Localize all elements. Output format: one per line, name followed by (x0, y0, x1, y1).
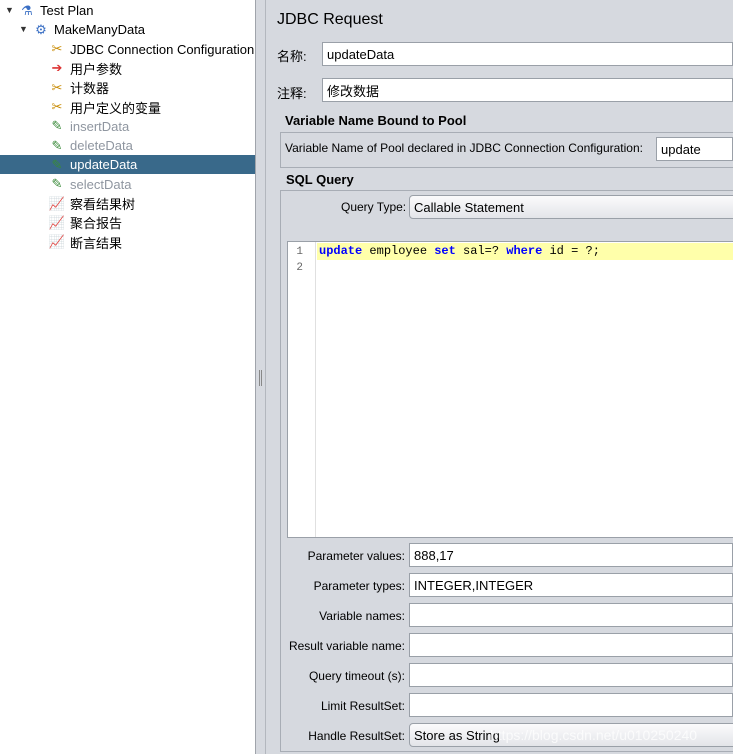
query-type-label: Query Type: (341, 200, 407, 214)
param-input[interactable] (409, 603, 733, 627)
sql-code[interactable]: update employee set sal=? where id = ?; (319, 244, 600, 258)
line-number-gutter: 1 2 (288, 242, 316, 537)
pool-section-title: Variable Name Bound to Pool (285, 113, 467, 128)
sql-section-title: SQL Query (286, 172, 354, 187)
flask-icon: ⚗ (21, 2, 33, 18)
param-input[interactable] (409, 633, 733, 657)
tree-node[interactable]: ✎ deleteData (48, 136, 133, 155)
param-input[interactable]: 888,17 (409, 543, 733, 567)
page-title: JDBC Request (277, 11, 383, 28)
expand-toggle-icon[interactable]: ▼ (19, 24, 28, 34)
tree-node[interactable]: ✂ JDBC Connection Configuration (48, 40, 255, 59)
tree-node[interactable]: 📈 聚合报告 (48, 213, 122, 232)
listener-icon: 📈 (48, 234, 66, 250)
preprocessor-icon: ➔ (51, 60, 63, 76)
tree-node-label: Test Plan (40, 3, 94, 18)
watermark: https://blog.csdn.net/u010250240 (490, 727, 698, 743)
tree-node-label: 计数器 (70, 81, 110, 97)
query-type-select[interactable]: Callable Statement (409, 195, 733, 219)
name-label: 名称: (277, 49, 307, 64)
param-label: Variable names: (319, 609, 405, 623)
tree-node[interactable]: 📈 察看结果树 (48, 194, 135, 213)
pool-label: Variable Name of Pool declared in JDBC C… (285, 141, 643, 155)
param-label: Result variable name: (288, 639, 405, 653)
param-input[interactable]: INTEGER,INTEGER (409, 573, 733, 597)
dropper-icon: ✎ (51, 137, 63, 153)
comment-label: 注释: (277, 86, 307, 101)
wrench-icon: ✂ (51, 79, 63, 95)
tree-node[interactable]: ✂ 用户定义的变量 (48, 98, 161, 117)
tree-node-label: updateData (70, 157, 138, 173)
sql-keyword: update (319, 244, 363, 258)
tree-node[interactable]: 📈 断言结果 (48, 233, 122, 252)
tree-node[interactable]: ✎ updateData (0, 155, 255, 175)
dropper-icon: ✎ (51, 176, 63, 192)
tree-node[interactable]: ⚙ MakeManyData (32, 20, 145, 39)
sql-keyword: set (434, 244, 456, 258)
expand-toggle-icon[interactable]: ▼ (5, 5, 14, 15)
sql-text: id = ?; (542, 244, 600, 258)
param-label: Parameter types: (313, 579, 405, 593)
listener-icon: 📈 (48, 214, 66, 230)
wrench-icon: ✂ (51, 99, 63, 114)
sql-editor[interactable]: 1 2 update employee set sal=? where id =… (287, 241, 733, 538)
param-input[interactable] (409, 693, 733, 717)
gear-icon: ⚙ (35, 21, 47, 37)
param-label: Handle ResultSet: (308, 729, 405, 743)
tree-node-label: MakeManyData (54, 22, 146, 38)
dropper-icon: ✎ (51, 118, 63, 134)
tree-node-label: 察看结果树 (70, 197, 136, 212)
comment-input[interactable]: 修改数据 (322, 78, 733, 102)
sql-keyword: where (506, 244, 543, 258)
wrench-icon: ✂ (51, 41, 63, 57)
sql-text: employee (362, 244, 435, 258)
tree-node-label: deleteData (70, 138, 133, 154)
line-number: 1 (296, 246, 303, 258)
test-plan-tree[interactable]: ⚗ Test Plan ▼ ⚙ MakeManyData ▼ ✂ JDBC Connectio… (0, 0, 256, 754)
param-input[interactable] (409, 663, 733, 687)
param-label: Query timeout (s): (308, 669, 405, 683)
param-label: Limit ResultSet: (320, 699, 405, 713)
sql-text: sal=? (455, 244, 507, 258)
param-label: Parameter values: (307, 549, 405, 563)
tree-node-label: 用户定义的变量 (70, 100, 162, 116)
dropper-icon: ✎ (51, 156, 63, 172)
line-number: 2 (296, 262, 303, 274)
tree-node-label: 断言结果 (70, 235, 123, 251)
splitter[interactable] (256, 0, 266, 754)
listener-icon: 📈 (48, 195, 66, 211)
tree-node-label: insertData (70, 118, 130, 134)
tree-node[interactable]: ✎ insertData (48, 117, 130, 136)
tree-node[interactable]: ✂ 计数器 (48, 78, 109, 97)
tree-node-label: JDBC Connection Configuration (70, 41, 255, 57)
splitter-grip[interactable] (259, 370, 262, 386)
tree-node[interactable]: ➔ 用户参数 (48, 59, 122, 78)
tree-node[interactable]: ✎ selectData (48, 175, 132, 194)
tree-node[interactable]: ⚗ Test Plan (18, 1, 93, 20)
tree-node-label: 用户参数 (70, 61, 123, 77)
pool-input[interactable]: update (656, 137, 733, 161)
tree-node-label: selectData (70, 176, 132, 192)
name-input[interactable]: updateData (322, 42, 733, 66)
tree-node-label: 聚合报告 (70, 216, 123, 232)
